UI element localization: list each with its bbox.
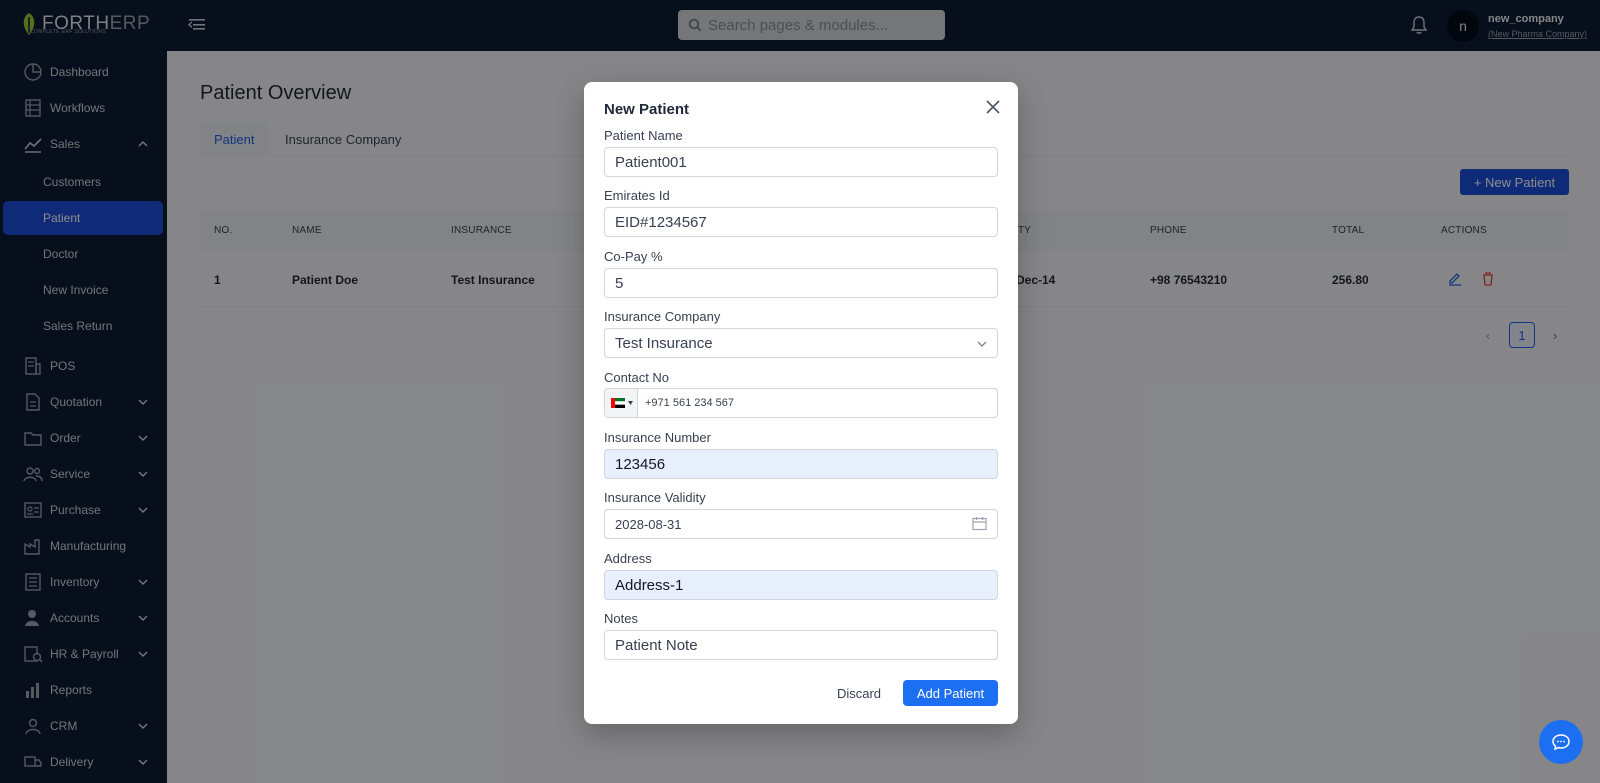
- close-icon[interactable]: [986, 100, 1000, 114]
- notes-input[interactable]: [604, 630, 998, 660]
- country-code-selector[interactable]: [605, 389, 638, 417]
- chat-bubble-icon: [1552, 734, 1570, 751]
- calendar-icon[interactable]: [972, 516, 987, 531]
- contact-no-label: Contact No: [604, 370, 670, 385]
- new-patient-modal: New Patient Patient Name Emirates Id Co-…: [584, 82, 1018, 724]
- chevron-down-icon: [977, 341, 987, 347]
- insurance-validity-label: Insurance Validity: [604, 490, 706, 505]
- insurance-number-label: Insurance Number: [604, 430, 711, 445]
- copay-label: Co-Pay %: [604, 249, 663, 264]
- notes-label: Notes: [604, 611, 638, 626]
- address-input[interactable]: [604, 570, 998, 600]
- add-patient-button[interactable]: Add Patient: [903, 680, 998, 706]
- contact-no-input[interactable]: [645, 389, 985, 417]
- patient-name-input[interactable]: [604, 147, 998, 177]
- insurance-company-label: Insurance Company: [604, 309, 721, 324]
- emirates-id-label: Emirates Id: [604, 188, 670, 203]
- patient-name-label: Patient Name: [604, 128, 683, 143]
- address-label: Address: [604, 551, 652, 566]
- discard-button[interactable]: Discard: [829, 680, 889, 706]
- insurance-company-select[interactable]: Test Insurance: [604, 328, 998, 358]
- caret-down-icon: [628, 401, 633, 405]
- chat-button[interactable]: [1539, 720, 1583, 764]
- emirates-id-input[interactable]: [604, 207, 998, 237]
- modal-title: New Patient: [604, 101, 690, 118]
- insurance-company-value: Test Insurance: [615, 334, 713, 352]
- contact-no-field: [604, 388, 998, 418]
- copay-input[interactable]: [604, 268, 998, 298]
- uae-flag-icon: [611, 398, 625, 408]
- insurance-validity-input[interactable]: [604, 509, 998, 539]
- insurance-number-input[interactable]: [604, 449, 998, 479]
